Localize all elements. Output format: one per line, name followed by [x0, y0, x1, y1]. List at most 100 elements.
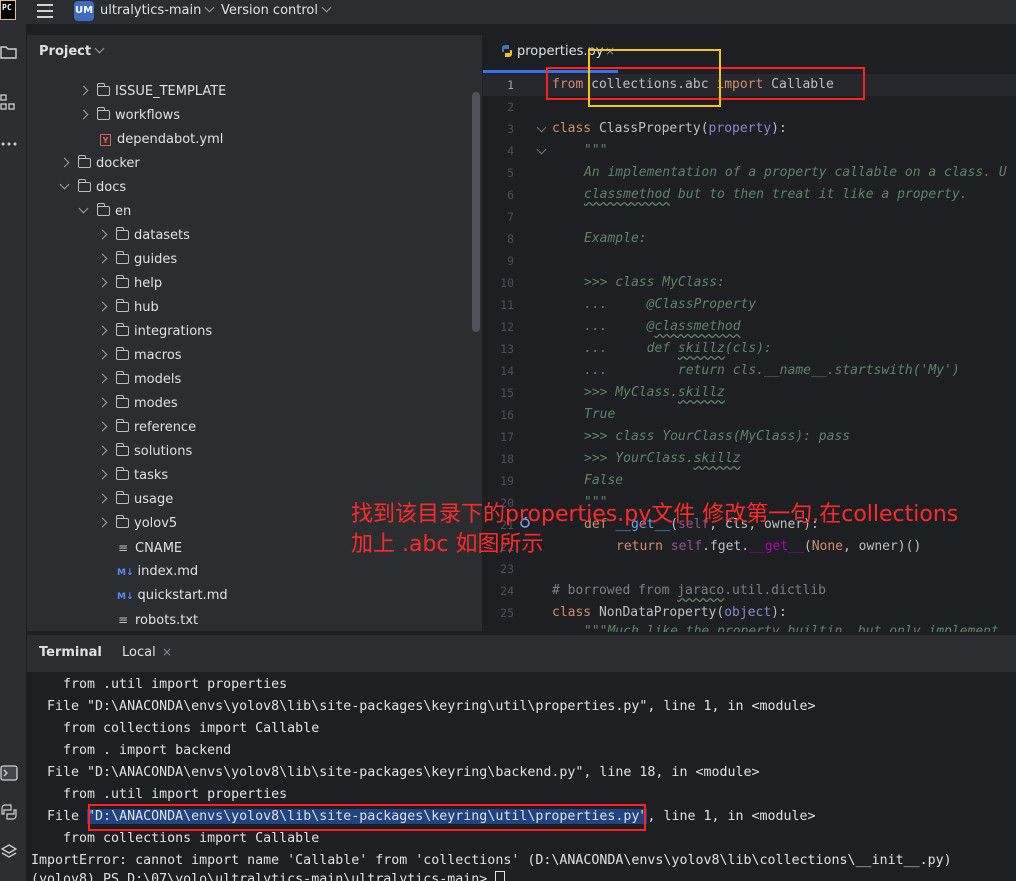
code-line: An implementation of a property callable… — [584, 165, 1007, 180]
folder-icon — [116, 443, 129, 456]
terminal-line: File "D:\ANACONDA\envs\yolov8\lib\site-p… — [31, 699, 816, 714]
line-number: 11 — [500, 298, 514, 312]
code-line: """Much like the property builtin, but o… — [584, 624, 999, 632]
chevron-right-icon — [97, 301, 108, 312]
code-line: True — [584, 407, 616, 422]
project-tree-scrollbar[interactable] — [472, 92, 480, 332]
tree-item-docs[interactable]: docs — [59, 176, 126, 200]
chevron-right-icon — [78, 109, 89, 120]
chevron-right-icon — [97, 469, 108, 480]
line-number: 5 — [507, 166, 514, 180]
python-file-icon — [502, 45, 512, 57]
folder-icon — [116, 371, 129, 384]
tool-window-strip — [0, 24, 27, 881]
line-number: 2 — [507, 100, 514, 114]
tree-item-help[interactable]: help — [97, 272, 162, 296]
tree-item-robots-txt[interactable]: ≡ robots.txt — [117, 608, 198, 632]
line-number: 12 — [500, 320, 514, 334]
terminal-tab-close-icon[interactable]: × — [162, 645, 172, 659]
folder-icon — [78, 155, 91, 168]
tree-item-usage[interactable]: usage — [97, 488, 173, 512]
folder-icon — [78, 179, 91, 192]
tree-item-index-md[interactable]: M↓ index.md — [117, 560, 198, 584]
folder-icon — [116, 251, 129, 264]
tree-item-docker[interactable]: docker — [59, 152, 140, 176]
tree-item-en[interactable]: en — [78, 200, 131, 224]
chevron-right-icon — [97, 349, 108, 360]
line-number: 9 — [507, 254, 514, 268]
terminal-title[interactable]: Terminal — [39, 645, 102, 660]
tree-item-dependabot-yml[interactable]: Ydependabot.yml — [100, 128, 223, 152]
tree-item-guides[interactable]: guides — [97, 248, 177, 272]
terminal-cursor — [495, 871, 506, 881]
tree-item-workflows[interactable]: workflows — [78, 104, 180, 128]
code-line: classmethod but to then treat it like a … — [584, 187, 968, 202]
terminal-tab-local[interactable]: Local — [122, 645, 156, 660]
tree-item-issue-template[interactable]: ISSUE_TEMPLATE — [78, 80, 226, 104]
text-file-icon: ≡ — [117, 541, 129, 555]
chevron-right-icon — [97, 397, 108, 408]
line-number: 8 — [507, 232, 514, 246]
folder-icon — [116, 227, 129, 240]
code-line: >>> class MyClass: — [584, 275, 725, 290]
code-line: Example: — [584, 231, 647, 246]
chevron-right-icon — [97, 325, 108, 336]
code-line: >>> class YourClass(MyClass): pass — [584, 429, 851, 444]
line-number: 23 — [500, 562, 514, 576]
folder-icon — [116, 491, 129, 504]
project-badge[interactable]: UM — [74, 1, 94, 21]
code-line: >>> YourClass.skillz — [584, 451, 741, 466]
main-menu-icon[interactable] — [37, 4, 53, 18]
structure-icon[interactable] — [0, 94, 18, 110]
app-logo: PC — [0, 0, 16, 20]
folder-icon — [116, 299, 129, 312]
project-panel-title[interactable]: Project — [39, 43, 105, 59]
code-line: class ClassProperty(property): — [552, 121, 787, 136]
line-number: 19 — [500, 474, 514, 488]
tree-item-macros[interactable]: macros — [97, 344, 182, 368]
markdown-file-icon: M↓ — [117, 592, 134, 602]
tree-item-datasets[interactable]: datasets — [97, 224, 190, 248]
chevron-right-icon — [97, 493, 108, 504]
terminal-icon[interactable] — [0, 765, 18, 781]
yaml-file-icon: Y — [100, 134, 111, 146]
tree-item-reference[interactable]: reference — [97, 416, 196, 440]
version-control-menu[interactable]: Version control — [221, 2, 332, 18]
layers-icon[interactable] — [0, 844, 18, 860]
line-number: 3 — [507, 122, 514, 136]
folder-icon — [116, 467, 129, 480]
python-console-icon[interactable] — [0, 804, 18, 820]
tree-item-solutions[interactable]: solutions — [97, 440, 192, 464]
tree-item-modes[interactable]: modes — [97, 392, 178, 416]
tree-item-hub[interactable]: hub — [97, 296, 159, 320]
terminal-line: from collections import Callable — [31, 831, 320, 846]
tree-item-models[interactable]: models — [97, 368, 181, 392]
project-switcher[interactable]: ultralytics-main — [100, 2, 215, 18]
chevron-down-icon — [59, 179, 70, 190]
annotation-text: 找到该目录下的properties.py文件 修改第一句.在collection… — [351, 502, 959, 557]
tree-item-quickstart-md[interactable]: M↓ quickstart.md — [117, 584, 228, 608]
chevron-down-icon — [94, 43, 105, 54]
folder-icon — [116, 323, 129, 336]
project-folder-icon[interactable] — [0, 44, 18, 60]
line-number: 6 — [507, 188, 514, 202]
line-number: 14 — [500, 364, 514, 378]
folder-icon — [116, 347, 129, 360]
code-line: ... @classmethod — [584, 319, 741, 334]
line-number: 1 — [507, 78, 514, 92]
line-number: 7 — [507, 210, 514, 224]
code-line: >>> MyClass.skillz — [584, 385, 725, 400]
terminal-prompt[interactable]: (yolov8) PS D:\07\yolo\ultralytics-main\… — [31, 869, 506, 881]
more-icon[interactable] — [0, 136, 18, 152]
line-number: 15 — [500, 386, 514, 400]
folder-icon — [116, 515, 129, 528]
tree-item-cname[interactable]: ≡ CNAME — [117, 536, 182, 560]
chevron-right-icon — [97, 445, 108, 456]
tree-item-integrations[interactable]: integrations — [97, 320, 212, 344]
tree-item-tasks[interactable]: tasks — [97, 464, 168, 488]
code-line: # borrowed from jaraco.util.dictlib — [552, 583, 826, 598]
terminal-header — [27, 634, 1016, 673]
chevron-right-icon — [97, 373, 108, 384]
code-line: """ — [584, 143, 608, 158]
tree-item-yolov5[interactable]: yolov5 — [97, 512, 177, 536]
